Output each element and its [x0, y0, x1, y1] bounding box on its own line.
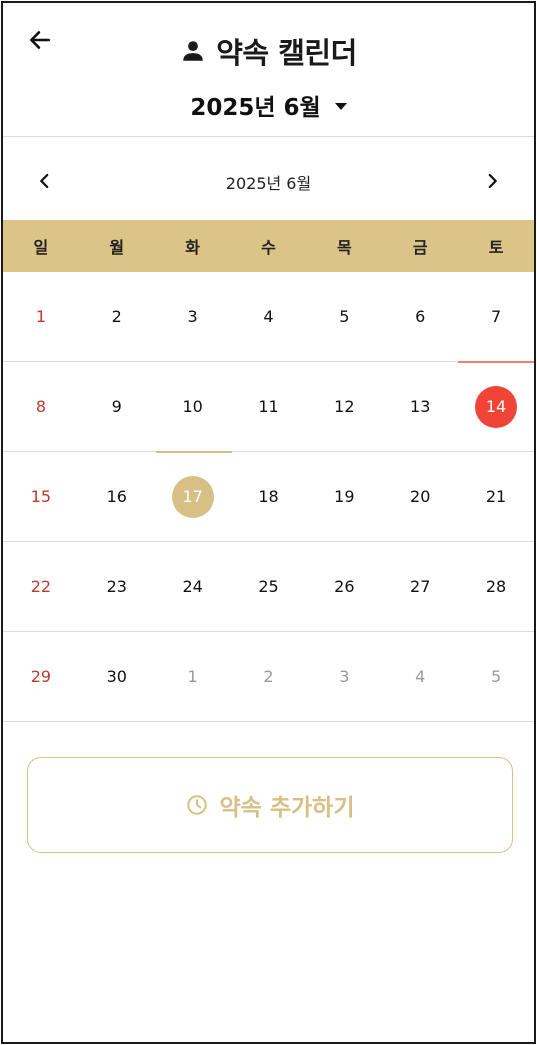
weekday-thu: 목 — [336, 238, 352, 257]
calendar-day[interactable]: 4 — [231, 272, 307, 361]
day-number: 3 — [339, 667, 350, 686]
calendar-day-selected[interactable]: 17 — [155, 452, 231, 541]
day-number: 5 — [339, 307, 350, 326]
day-number: 6 — [415, 307, 426, 326]
add-appointment-label: 약속 추가하기 — [219, 795, 355, 821]
calendar-day-next-month[interactable]: 5 — [458, 632, 534, 721]
calendar-day-next-month[interactable]: 2 — [231, 632, 307, 721]
day-number: 18 — [258, 487, 279, 506]
page-header: 약속 캘린더 — [3, 31, 534, 71]
week-row: 15 16 17 18 19 20 21 — [3, 451, 534, 542]
day-number: 29 — [30, 667, 52, 686]
calendar-day[interactable]: 24 — [155, 542, 231, 631]
calendar-day[interactable]: 25 — [231, 542, 307, 631]
calendar-day[interactable]: 16 — [79, 452, 155, 541]
weekday-wed: 수 — [261, 238, 276, 257]
calendar-day[interactable]: 13 — [382, 362, 458, 451]
weekday-sat: 토 — [488, 238, 504, 257]
day-number: 4 — [263, 307, 274, 326]
calendar-day[interactable]: 10 — [155, 362, 231, 451]
header-divider — [3, 136, 534, 137]
calendar-day[interactable]: 26 — [306, 542, 382, 631]
day-number: 2 — [111, 307, 122, 326]
add-appointment-button[interactable]: 약속 추가하기 — [27, 757, 513, 853]
calendar-day[interactable]: 11 — [231, 362, 307, 451]
day-number: 21 — [485, 487, 507, 506]
calendar-month-label: 2025년 6월 — [225, 174, 312, 193]
calendar-day[interactable]: 3 — [155, 272, 231, 361]
day-number: 1 — [187, 667, 198, 686]
calendar-day[interactable]: 5 — [306, 272, 382, 361]
calendar-day[interactable]: 1 — [3, 272, 79, 361]
day-number: 4 — [415, 667, 426, 686]
day-number: 25 — [258, 577, 279, 596]
calendar-grid: 1 2 3 4 5 6 7 8 9 10 11 12 13 14 15 16 1… — [3, 272, 534, 722]
day-number: 19 — [334, 487, 355, 506]
person-icon — [183, 41, 203, 61]
weekday-header: 일 월 화 수 목 금 토 — [3, 220, 534, 272]
week-row: 1 2 3 4 5 6 7 — [3, 272, 534, 362]
page-title: 약속 캘린더 — [216, 36, 357, 70]
day-number: 14 — [485, 397, 507, 416]
day-number: 26 — [334, 577, 355, 596]
calendar-day[interactable]: 23 — [79, 542, 155, 631]
week-row: 22 23 24 25 26 27 28 — [3, 542, 534, 632]
calendar-day-next-month[interactable]: 3 — [306, 632, 382, 721]
calendar-day[interactable]: 6 — [382, 272, 458, 361]
calendar-day[interactable]: 21 — [458, 452, 534, 541]
calendar-day-next-month[interactable]: 1 — [155, 632, 231, 721]
calendar-day[interactable]: 7 — [458, 272, 534, 361]
calendar-day[interactable]: 29 — [3, 632, 79, 721]
calendar-day[interactable]: 8 — [3, 362, 79, 451]
day-number: 10 — [182, 397, 203, 416]
chevron-right-icon — [488, 173, 497, 189]
calendar-day[interactable]: 18 — [231, 452, 307, 541]
calendar-day[interactable]: 2 — [79, 272, 155, 361]
day-number: 17 — [182, 487, 203, 506]
day-number: 8 — [35, 397, 47, 416]
day-number: 28 — [485, 577, 507, 596]
calendar-nav: 2025년 6월 — [3, 159, 534, 203]
next-month-button[interactable] — [476, 165, 508, 197]
week-row: 8 9 10 11 12 13 14 — [3, 361, 534, 452]
app-frame: 약속 캘린더 2025년 6월 2025년 6월 일 월 화 수 목 금 토 1 — [1, 1, 536, 1044]
day-number: 15 — [30, 487, 52, 506]
day-number: 2 — [263, 667, 274, 686]
month-dropdown[interactable]: 2025년 6월 — [3, 85, 534, 125]
day-number: 1 — [35, 307, 47, 326]
day-number: 22 — [30, 577, 52, 596]
weekday-fri: 금 — [412, 238, 428, 257]
clock-icon — [186, 795, 207, 815]
day-number: 16 — [106, 487, 127, 506]
day-number: 23 — [106, 577, 127, 596]
weekday-mon: 월 — [109, 238, 125, 257]
day-number: 20 — [410, 487, 431, 506]
calendar-day[interactable]: 12 — [306, 362, 382, 451]
day-number: 9 — [111, 397, 122, 416]
day-number: 13 — [410, 397, 431, 416]
caret-down-icon — [334, 102, 347, 110]
day-number: 11 — [258, 397, 279, 416]
calendar-day[interactable]: 27 — [382, 542, 458, 631]
calendar-day[interactable]: 22 — [3, 542, 79, 631]
day-number: 30 — [106, 667, 127, 686]
day-number: 3 — [187, 307, 198, 326]
calendar-day-today[interactable]: 14 — [458, 362, 534, 451]
month-dropdown-label: 2025년 6월 — [190, 95, 321, 121]
day-number: 7 — [490, 307, 502, 326]
calendar-day[interactable]: 15 — [3, 452, 79, 541]
weekday-sun: 일 — [33, 238, 49, 257]
calendar-day[interactable]: 28 — [458, 542, 534, 631]
calendar-day[interactable]: 20 — [382, 452, 458, 541]
weekday-tue: 화 — [185, 238, 200, 257]
calendar-day[interactable]: 30 — [79, 632, 155, 721]
calendar-day[interactable]: 9 — [79, 362, 155, 451]
day-number: 5 — [490, 667, 502, 686]
day-number: 24 — [182, 577, 203, 596]
day-number: 12 — [334, 397, 355, 416]
calendar-day[interactable]: 19 — [306, 452, 382, 541]
week-row: 29 30 1 2 3 4 5 — [3, 632, 534, 722]
day-number: 27 — [410, 577, 431, 596]
calendar-day-next-month[interactable]: 4 — [382, 632, 458, 721]
